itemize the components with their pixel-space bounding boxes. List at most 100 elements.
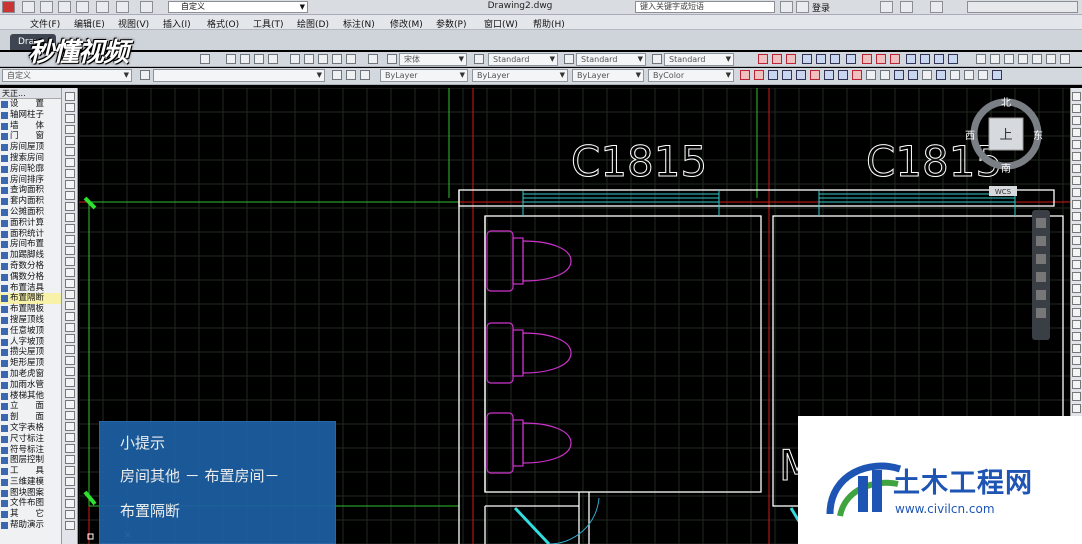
sidebar-item[interactable]: 房间轮廓 — [0, 164, 61, 175]
sidebar-item[interactable]: 布置隔板 — [0, 304, 61, 315]
modify-tool-icon[interactable] — [1072, 152, 1081, 161]
menu-insert[interactable]: 插入(I) — [163, 17, 191, 30]
draw-tool-icon[interactable] — [65, 334, 75, 343]
tch-tool-13-icon[interactable] — [908, 70, 918, 80]
modify-tool-icon[interactable] — [1072, 104, 1081, 113]
draw-tool-icon[interactable] — [65, 191, 75, 200]
draw-tool-icon[interactable] — [65, 147, 75, 156]
text-style-icon[interactable] — [387, 54, 397, 64]
draw-tool-icon[interactable] — [65, 279, 75, 288]
draw-tool-icon[interactable] — [65, 521, 75, 530]
tch-tool-7-icon[interactable] — [824, 70, 834, 80]
draw-tool-icon[interactable] — [65, 158, 75, 167]
font-combo[interactable]: 宋体 ▼ — [399, 53, 467, 66]
menu-draw[interactable]: 绘图(D) — [297, 17, 329, 30]
dim-diameter-icon[interactable] — [830, 54, 840, 64]
draw-tool-icon[interactable] — [65, 510, 75, 519]
tch-tool-17-icon[interactable] — [964, 70, 974, 80]
draw-tool-icon[interactable] — [65, 125, 75, 134]
dim-space-icon[interactable] — [906, 54, 916, 64]
copy-icon[interactable] — [1018, 54, 1028, 64]
orbit-nav-icon[interactable] — [1036, 272, 1046, 282]
modify-tool-icon[interactable] — [1072, 308, 1081, 317]
modify-tool-icon[interactable] — [1072, 368, 1081, 377]
showmotion-icon[interactable] — [1036, 290, 1046, 300]
modify-tool-icon[interactable] — [1072, 320, 1081, 329]
zoom-nav-icon[interactable] — [1036, 254, 1046, 264]
zoom-icon[interactable] — [200, 54, 210, 64]
dim-aligned-icon[interactable] — [772, 54, 782, 64]
pan-icon[interactable] — [226, 54, 236, 64]
draw-tool-icon[interactable] — [65, 444, 75, 453]
sheet-set-icon[interactable] — [332, 54, 342, 64]
modify-tool-icon[interactable] — [1072, 296, 1081, 305]
modify-tool-icon[interactable] — [1072, 116, 1081, 125]
zoom-extents-icon[interactable] — [990, 54, 1000, 64]
workspace-combo[interactable]: 自定义 ▼ — [168, 1, 308, 13]
tch-tool-8-icon[interactable] — [838, 70, 848, 80]
sidebar-item[interactable]: 面积计算 — [0, 218, 61, 229]
modify-tool-icon[interactable] — [1072, 356, 1081, 365]
sidebar-item[interactable]: 搜屋顶线 — [0, 315, 61, 326]
tch-tool-19-icon[interactable] — [992, 70, 1002, 80]
draw-tool-icon[interactable] — [65, 301, 75, 310]
draw-tool-icon[interactable] — [65, 136, 75, 145]
text-style-combo[interactable]: Standard ▼ — [488, 53, 558, 66]
grip-top[interactable] — [83, 196, 97, 210]
tch-tool-10-icon[interactable] — [866, 70, 876, 80]
modify-tool-icon[interactable] — [1072, 332, 1081, 341]
help-dropdown-icon[interactable] — [930, 1, 943, 13]
dim-radius-icon[interactable] — [816, 54, 826, 64]
tch-tool-15-icon[interactable] — [936, 70, 946, 80]
print-icon[interactable] — [96, 1, 109, 13]
tch-tool-16-icon[interactable] — [950, 70, 960, 80]
draw-tool-icon[interactable] — [65, 422, 75, 431]
draw-tool-icon[interactable] — [65, 312, 75, 321]
sidebar-item[interactable]: 偶数分格 — [0, 272, 61, 283]
menu-format[interactable]: 格式(O) — [207, 17, 239, 30]
zoom-window-icon[interactable] — [254, 54, 264, 64]
modify-tool-icon[interactable] — [1072, 260, 1081, 269]
sidebar-item[interactable]: 剖 面 — [0, 412, 61, 423]
sidebar-item[interactable]: 文件布图 — [0, 498, 61, 509]
draw-tool-icon[interactable] — [65, 389, 75, 398]
sidebar-item[interactable]: 矩形屋顶 — [0, 358, 61, 369]
tch-tool-18-icon[interactable] — [978, 70, 988, 80]
menu-window[interactable]: 窗口(W) — [484, 17, 518, 30]
sidebar-item[interactable]: 加雨水管 — [0, 380, 61, 391]
layer-previous-icon[interactable] — [346, 70, 356, 80]
undo-icon[interactable] — [116, 1, 129, 13]
tool-palette-icon[interactable] — [318, 54, 328, 64]
dim-angular-icon[interactable] — [846, 54, 856, 64]
modify-tool-icon[interactable] — [1072, 188, 1081, 197]
menu-parameter[interactable]: 参数(P) — [436, 17, 466, 30]
draw-tool-icon[interactable] — [65, 202, 75, 211]
tch-tool-1-icon[interactable] — [740, 70, 750, 80]
menu-modify[interactable]: 修改(M) — [390, 17, 423, 30]
draw-tool-icon[interactable] — [65, 367, 75, 376]
menu-dimension[interactable]: 标注(N) — [343, 17, 375, 30]
sidebar-item[interactable]: 套内面积 — [0, 196, 61, 207]
modify-tool-icon[interactable] — [1072, 284, 1081, 293]
draw-tool-icon[interactable] — [65, 499, 75, 508]
color-layer-combo[interactable]: ByLayer ▼ — [380, 69, 468, 82]
sidebar-item[interactable]: 三维建模 — [0, 477, 61, 488]
orbit-icon[interactable] — [976, 54, 986, 64]
dim-continue-icon[interactable] — [890, 54, 900, 64]
center-mark-icon[interactable] — [948, 54, 958, 64]
draw-tool-icon[interactable] — [65, 246, 75, 255]
modify-tool-icon[interactable] — [1072, 128, 1081, 137]
sidebar-item[interactable]: 图层控制 — [0, 455, 61, 466]
layer-match-icon[interactable] — [360, 70, 370, 80]
sidebar-item[interactable]: 房间布置 — [0, 239, 61, 250]
dim-linear-icon[interactable] — [758, 54, 768, 64]
window-controls[interactable] — [967, 1, 1078, 13]
tch-tool-6-icon[interactable] — [810, 70, 820, 80]
draw-tool-icon[interactable] — [65, 466, 75, 475]
sidebar-item[interactable]: 文字表格 — [0, 423, 61, 434]
sidebar-item[interactable]: 轴网柱子 — [0, 110, 61, 121]
help-icon[interactable] — [368, 54, 378, 64]
modify-tool-icon[interactable] — [1072, 212, 1081, 221]
draw-tool-icon[interactable] — [65, 488, 75, 497]
sidebar-item[interactable]: 其 它 — [0, 509, 61, 520]
